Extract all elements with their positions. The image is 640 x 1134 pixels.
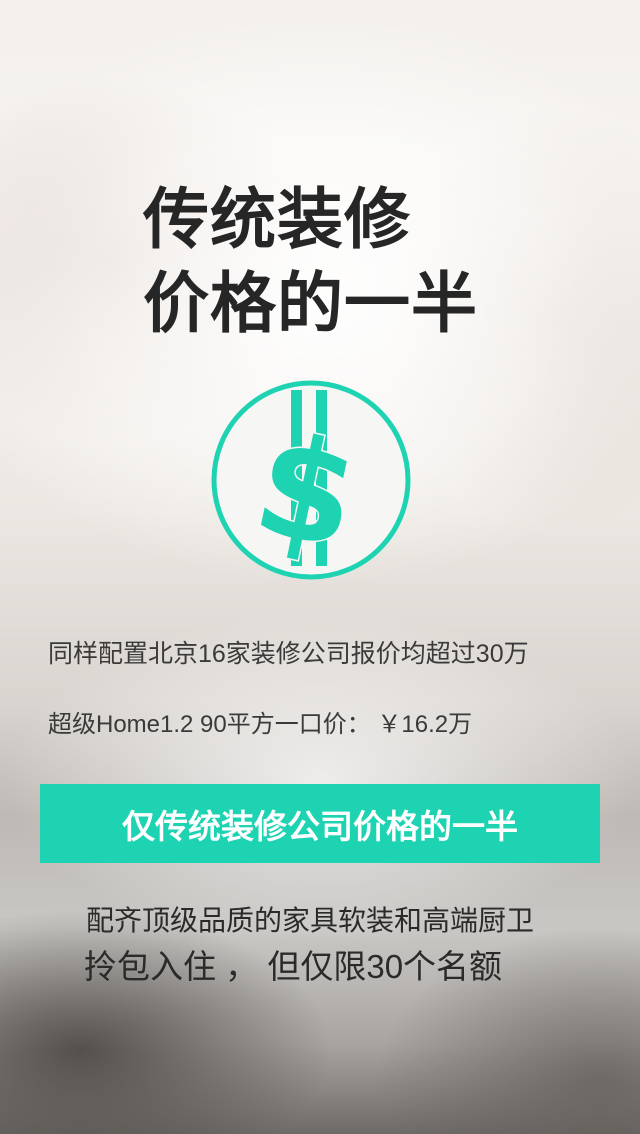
- headline-line-2: 价格的一半: [143, 265, 478, 342]
- price-text: 超级Home1.2 90平方一口价： ￥16.2万: [48, 711, 473, 738]
- headline: 传统装修 价格的一半: [143, 178, 478, 346]
- banner-label: 仅传统装修公司价格的一半: [122, 806, 518, 846]
- features-text: 配齐顶级品质的家具软装和高端厨卫: [86, 905, 535, 936]
- limit-text: 拎包入住 ， 但仅限30个名额: [84, 948, 503, 985]
- dollar-coin-icon: $: [211, 380, 411, 580]
- highlight-banner: 仅传统装修公司价格的一半: [40, 784, 600, 863]
- headline-line-1: 传统装修: [143, 181, 411, 258]
- comparison-text: 同样配置北京16家装修公司报价均超过30万: [48, 640, 529, 668]
- landing-page: 传统装修 价格的一半 $ 同样配置北京16家装修公司报价均超过30万 超级Hom…: [0, 0, 640, 1134]
